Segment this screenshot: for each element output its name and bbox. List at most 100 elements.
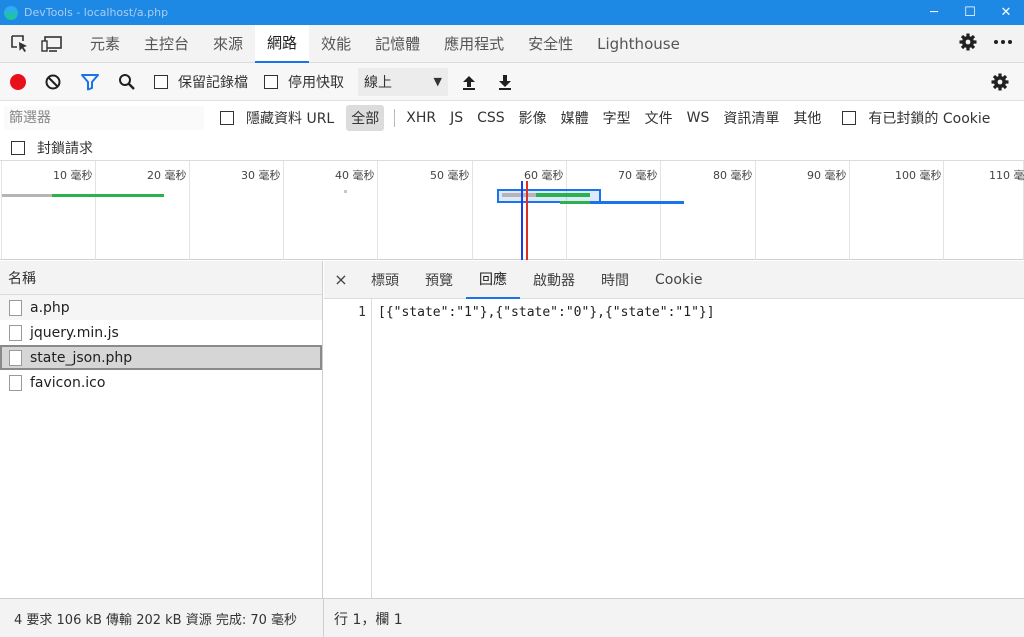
response-viewer[interactable]: 1 [{"state":"1"},{"state":"0"},{"state":… bbox=[324, 299, 1024, 598]
search-button[interactable] bbox=[118, 63, 136, 101]
edge-icon bbox=[4, 5, 18, 20]
disable-cache-label: 停用快取 bbox=[288, 74, 344, 91]
timeline-gridline: 60 毫秒 bbox=[524, 161, 567, 260]
more-options-icon[interactable] bbox=[992, 32, 1014, 56]
timeline-tick-label: 50 毫秒 bbox=[430, 169, 470, 182]
devtools-tab-bar: 元素 主控台 來源 網路 效能 記憶體 應用程式 安全性 Lighthouse bbox=[0, 24, 1024, 63]
request-detail-panel: × 標頭 預覽 回應 啟動器 時間 Cookie 1 [{"state":"1"… bbox=[324, 261, 1024, 598]
network-toolbar: 保留記錄檔 停用快取 線上 ▼ bbox=[0, 63, 1024, 101]
tab-performance[interactable]: 效能 bbox=[309, 25, 363, 63]
cursor-position: 行 1，欄 1 bbox=[334, 611, 403, 628]
waterfall-bar bbox=[2, 194, 52, 197]
maximize-button[interactable]: ☐ bbox=[952, 0, 988, 25]
clear-button[interactable] bbox=[44, 63, 62, 101]
timeline-tick-label: 110 毫秒 bbox=[989, 169, 1024, 182]
timeline-gridline: 70 毫秒 bbox=[618, 161, 661, 260]
window-title: DevTools - localhost/a.php bbox=[24, 6, 169, 19]
waterfall-dot bbox=[344, 190, 347, 193]
close-window-button[interactable]: ✕ bbox=[988, 0, 1024, 25]
request-name: favicon.ico bbox=[30, 374, 106, 391]
type-filter-js[interactable]: JS bbox=[445, 107, 468, 129]
download-icon bbox=[499, 74, 511, 90]
dropdown-arrow-icon: ▼ bbox=[433, 75, 442, 88]
status-bar: 4 要求 106 kB 傳輸 202 kB 資源 完成: 70 毫秒 行 1，欄… bbox=[0, 598, 1024, 637]
blocked-requests-label: 封鎖請求 bbox=[37, 141, 93, 157]
waterfall-bar bbox=[52, 194, 164, 197]
hide-data-urls-checkbox[interactable] bbox=[220, 111, 234, 125]
tab-application[interactable]: 應用程式 bbox=[432, 25, 516, 63]
device-toolbar-icon[interactable] bbox=[36, 25, 68, 63]
timeline-tick-label: 20 毫秒 bbox=[147, 169, 187, 182]
name-column-header[interactable]: 名稱 bbox=[0, 261, 322, 295]
tab-network[interactable]: 網路 bbox=[255, 24, 310, 63]
timeline-tick-label: 90 毫秒 bbox=[807, 169, 847, 182]
timeline-gridline: 80 毫秒 bbox=[713, 161, 756, 260]
timeline-tick-label: 30 毫秒 bbox=[241, 169, 281, 182]
status-divider bbox=[323, 599, 324, 637]
tab-timing[interactable]: 時間 bbox=[588, 261, 642, 299]
file-icon bbox=[9, 299, 22, 316]
type-filter-font[interactable]: 字型 bbox=[598, 105, 636, 131]
import-har-button[interactable] bbox=[460, 63, 478, 101]
blocked-requests-checkbox[interactable] bbox=[11, 141, 25, 155]
timeline-gridline: 30 毫秒 bbox=[241, 161, 284, 260]
request-row-state-json[interactable]: state_json.php bbox=[0, 345, 322, 370]
type-filter-other[interactable]: 其他 bbox=[788, 105, 826, 131]
export-har-button[interactable] bbox=[496, 63, 514, 101]
minimize-button[interactable]: ─ bbox=[916, 0, 952, 25]
tab-console[interactable]: 主控台 bbox=[132, 25, 201, 63]
dom-content-loaded-marker bbox=[521, 181, 523, 260]
file-icon bbox=[9, 349, 22, 366]
type-filter-all[interactable]: 全部 bbox=[346, 105, 385, 131]
blocked-cookies-label: 有已封鎖的 Cookie bbox=[868, 111, 991, 127]
type-filter-ws[interactable]: WS bbox=[682, 107, 715, 129]
record-button[interactable] bbox=[10, 63, 26, 101]
hide-data-urls-label: 隱藏資料 URL bbox=[246, 111, 335, 127]
request-row-jquery[interactable]: jquery.min.js bbox=[0, 320, 322, 345]
network-overview-timeline[interactable]: 10 毫秒 20 毫秒 30 毫秒 40 毫秒 50 毫秒 60 毫秒 70 毫… bbox=[0, 161, 1024, 260]
request-row-favicon[interactable]: favicon.ico bbox=[0, 370, 322, 395]
tab-headers[interactable]: 標頭 bbox=[358, 261, 412, 299]
settings-gear-icon[interactable] bbox=[958, 32, 978, 56]
tab-elements[interactable]: 元素 bbox=[78, 25, 132, 63]
tab-lighthouse[interactable]: Lighthouse bbox=[585, 25, 692, 63]
line-number: 1 bbox=[358, 305, 366, 320]
filter-toggle-button[interactable] bbox=[80, 63, 100, 101]
blocked-cookies-checkbox[interactable] bbox=[842, 111, 857, 125]
request-name: jquery.min.js bbox=[30, 324, 119, 341]
preserve-log-label: 保留記錄檔 bbox=[178, 74, 248, 91]
type-filter-doc[interactable]: 文件 bbox=[640, 105, 678, 131]
tab-response[interactable]: 回應 bbox=[466, 261, 520, 299]
waterfall-bar bbox=[502, 193, 536, 197]
type-filter-manifest[interactable]: 資訊清單 bbox=[718, 105, 784, 131]
type-filter-img[interactable]: 影像 bbox=[514, 105, 552, 131]
request-list: 名稱 a.php jquery.min.js state_json.php fa… bbox=[0, 261, 323, 598]
type-separator bbox=[394, 109, 396, 127]
upload-icon bbox=[463, 75, 475, 90]
tab-cookies[interactable]: Cookie bbox=[642, 261, 716, 299]
throttling-select[interactable]: 線上 ▼ bbox=[358, 67, 448, 96]
tab-sources[interactable]: 來源 bbox=[201, 25, 255, 63]
timeline-gridline: 100 毫秒 bbox=[895, 161, 944, 260]
request-row-a-php[interactable]: a.php bbox=[0, 295, 322, 320]
window-title-bar: DevTools - localhost/a.php ─ ☐ ✕ bbox=[0, 0, 1024, 25]
network-settings-gear-icon[interactable] bbox=[990, 72, 1010, 96]
name-column-label: 名稱 bbox=[8, 270, 36, 287]
filter-icon bbox=[81, 73, 99, 90]
tab-memory[interactable]: 記憶體 bbox=[363, 25, 432, 63]
type-filter-xhr[interactable]: XHR bbox=[401, 107, 441, 129]
preserve-log-checkbox[interactable] bbox=[154, 74, 168, 89]
tab-preview[interactable]: 預覽 bbox=[412, 261, 466, 299]
type-filter-css[interactable]: CSS bbox=[472, 107, 510, 129]
line-number-gutter: 1 bbox=[324, 299, 372, 598]
filter-input[interactable] bbox=[4, 106, 204, 130]
file-icon bbox=[9, 324, 22, 341]
tab-initiator[interactable]: 啟動器 bbox=[520, 261, 588, 299]
disable-cache-checkbox[interactable] bbox=[264, 74, 278, 89]
tab-security[interactable]: 安全性 bbox=[516, 25, 585, 63]
type-filter-media[interactable]: 媒體 bbox=[556, 105, 594, 131]
inspect-element-icon[interactable] bbox=[4, 25, 36, 63]
close-detail-icon[interactable]: × bbox=[324, 270, 358, 289]
timeline-tick-label: 80 毫秒 bbox=[713, 169, 753, 182]
response-body[interactable]: [{"state":"1"},{"state":"0"},{"state":"1… bbox=[378, 305, 715, 320]
